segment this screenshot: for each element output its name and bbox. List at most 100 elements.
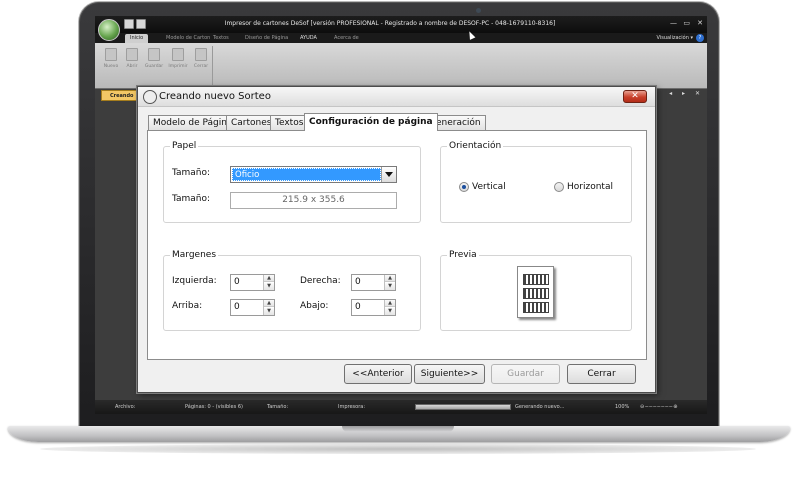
margenes-group: Margenes (163, 250, 421, 331)
paper-size-value: Oficio (232, 168, 381, 181)
ribbon-tab-ayuda[interactable]: AYUDA (295, 34, 322, 43)
save-icon (148, 48, 160, 61)
spin-buttons: ▲ ▼ (384, 275, 395, 290)
spin-down-icon[interactable]: ▼ (385, 308, 395, 315)
spin-buttons: ▲ ▼ (384, 300, 395, 315)
status-generando: Generando nuevo... (515, 404, 565, 410)
save-button-label: Guardar (144, 64, 164, 69)
margin-right-label: Derecha: (300, 276, 341, 286)
spin-up-icon[interactable]: ▲ (264, 300, 274, 307)
laptop-notch (342, 426, 454, 432)
spin-buttons: ▲ ▼ (263, 300, 274, 315)
spin-up-icon[interactable]: ▲ (264, 275, 274, 282)
open-folder-icon (126, 48, 138, 61)
new-draw-dialog: Creando nuevo Sorteo ✕ Modelo de Página … (137, 86, 656, 393)
dialog-title: Creando nuevo Sorteo (159, 91, 271, 102)
app-menu-orb-icon[interactable] (98, 19, 120, 41)
save-button[interactable]: Guardar (143, 48, 165, 69)
new-button[interactable]: Nuevo (100, 48, 122, 69)
quick-access-save-icon[interactable] (124, 19, 134, 29)
dialog-app-icon (143, 90, 157, 104)
title-bar: Impresor de cartones DeSof [versión PROF… (95, 16, 707, 33)
ribbon-tab-inicio[interactable]: Inicio (125, 34, 149, 43)
document-tab-controls[interactable]: ◂ ▸ ✕ (669, 90, 704, 97)
chevron-down-icon (385, 172, 393, 177)
margin-bottom-label: Abajo: (300, 301, 329, 311)
vertical-radio[interactable] (459, 182, 469, 192)
minimize-button[interactable]: — (670, 19, 677, 27)
dialog-close-button[interactable]: ✕ (623, 90, 647, 103)
help-icon[interactable]: ? (696, 34, 704, 42)
margin-bottom-stepper[interactable]: 0 ▲ ▼ (351, 299, 396, 316)
tab-textos[interactable]: Textos (270, 115, 309, 130)
tab-modelo-pagina[interactable]: Modelo de Página (148, 115, 238, 130)
status-bar: Archivo: Páginas: 0 - (visibles 6) Tamañ… (95, 400, 707, 414)
tab-cartones[interactable]: Cartones (226, 115, 277, 130)
papel-group: Papel (163, 141, 421, 223)
camera-dot (476, 8, 481, 13)
margin-top-stepper[interactable]: 0 ▲ ▼ (230, 299, 275, 316)
open-button[interactable]: Abrir (121, 48, 143, 69)
print-button-label: Imprimir (168, 64, 188, 69)
margin-left-stepper[interactable]: 0 ▲ ▼ (230, 274, 275, 291)
preview-card-row (523, 302, 549, 313)
next-button[interactable]: Siguiente>> (414, 364, 485, 384)
laptop-shadow (40, 444, 756, 454)
quick-access-open-icon[interactable] (136, 19, 146, 29)
page-preview-thumbnail (517, 266, 554, 318)
paper-size-label: Tamaño: (172, 168, 211, 178)
orientacion-group-title: Orientación (447, 141, 504, 151)
margin-left-value: 0 (234, 277, 240, 287)
ribbon-tab-bar: Inicio Modelo de Carton Textos Diseño de… (95, 33, 707, 43)
status-impresora: Impresora: (338, 404, 366, 410)
paper-size-dropdown[interactable]: Oficio (230, 166, 397, 183)
margin-top-label: Arriba: (172, 301, 203, 311)
margenes-group-title: Margenes (170, 250, 219, 260)
dropdown-button[interactable] (381, 167, 396, 182)
dialog-title-bar: Creando nuevo Sorteo ✕ (138, 87, 655, 107)
document-tab[interactable]: Creando (101, 90, 139, 101)
ribbon: Nuevo Abrir Guardar Imprimir Cerrar (95, 43, 707, 89)
open-button-label: Abrir (126, 64, 138, 69)
ribbon-tab-acerca[interactable]: Acerca de (329, 34, 364, 43)
status-paginas: Páginas: 0 - (visibles 6) (185, 404, 243, 410)
margin-bottom-value: 0 (355, 302, 361, 312)
tab-configuracion-pagina[interactable]: Configuración de página (304, 113, 438, 131)
close-doc-button-label: Cerrar (193, 64, 209, 69)
close-doc-button[interactable]: Cerrar (190, 48, 212, 69)
margin-top-value: 0 (234, 302, 240, 312)
spin-down-icon[interactable]: ▼ (264, 308, 274, 315)
zoom-slider[interactable]: ⊖───────⊕ (640, 404, 678, 410)
ribbon-tab-textos[interactable]: Textos (208, 34, 234, 43)
spin-down-icon[interactable]: ▼ (264, 283, 274, 290)
margin-right-stepper[interactable]: 0 ▲ ▼ (351, 274, 396, 291)
app-title: Impresor de cartones DeSof [versión PROF… (224, 20, 556, 27)
save-dialog-button[interactable]: Guardar (491, 364, 560, 384)
status-archivo: Archivo: (115, 404, 136, 410)
paper-dimension-field: 215.9 x 355.6 (230, 192, 397, 209)
papel-group-title: Papel (170, 141, 199, 151)
status-zoom: 100% (615, 404, 630, 410)
paper-dimension-label: Tamaño: (172, 194, 211, 204)
horizontal-radio-label[interactable]: Horizontal (567, 182, 613, 192)
spin-down-icon[interactable]: ▼ (385, 283, 395, 290)
preview-card-row (523, 288, 549, 299)
horizontal-radio[interactable] (554, 182, 564, 192)
spin-buttons: ▲ ▼ (263, 275, 274, 290)
ribbon-file-group: Nuevo Abrir Guardar Imprimir Cerrar (100, 46, 213, 86)
close-app-button[interactable]: ✕ (697, 19, 703, 27)
margin-left-label: Izquierda: (172, 276, 217, 286)
ribbon-tab-diseno-pagina[interactable]: Diseño de Página (240, 34, 293, 43)
spin-up-icon[interactable]: ▲ (385, 275, 395, 282)
new-button-label: Nuevo (103, 64, 119, 69)
close-dialog-button[interactable]: Cerrar (567, 364, 636, 384)
print-button[interactable]: Imprimir (167, 48, 189, 69)
previa-group-title: Previa (447, 250, 479, 260)
visualizacion-menu[interactable]: Visualización ▾ (657, 35, 693, 41)
previous-button[interactable]: <<Anterior (344, 364, 412, 384)
maximize-button[interactable]: ▭ (683, 19, 690, 27)
vertical-radio-label[interactable]: Vertical (472, 182, 506, 192)
status-progress-bar (415, 404, 511, 410)
status-tamano: Tamaño: (267, 404, 289, 410)
spin-up-icon[interactable]: ▲ (385, 300, 395, 307)
